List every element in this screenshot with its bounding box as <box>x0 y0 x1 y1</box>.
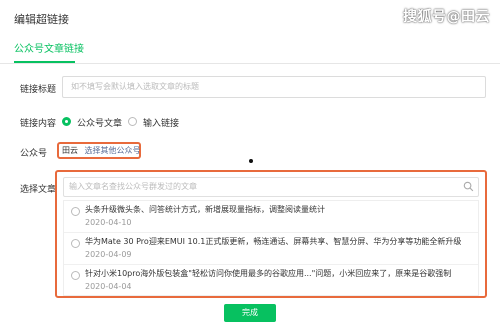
dialog-title: 编辑超链接 <box>14 13 69 26</box>
article-title: 华为Mate 30 Pro迎来EMUI 10.1正式版更新，畅连通话、屏幕共享、… <box>85 237 462 246</box>
link-title-label: 链接标题 <box>20 85 57 95</box>
cursor-dot <box>249 159 253 163</box>
article-date: 2020-04-04 <box>85 282 132 291</box>
tab-bar: 公众号文章链接 <box>0 36 500 64</box>
article-radio[interactable] <box>71 207 80 216</box>
article-item[interactable]: 针对小米10pro海外版包装盒"轻松访问你使用最多的谷歌应用..."问题，小米回… <box>64 265 478 296</box>
article-item[interactable]: 头条升级微头条、问答统计方式，新增展现量指标，调整阅读量统计 2020-04-1… <box>64 201 478 233</box>
account-label: 公众号 <box>20 149 48 159</box>
radio-article[interactable] <box>62 117 71 126</box>
account-name: 田云 <box>62 146 78 155</box>
radio-input-link-label[interactable]: 输入链接 <box>143 116 179 129</box>
account-selector: 田云 选择其他公众号 <box>57 142 141 159</box>
article-label: 选择文章 <box>20 185 57 195</box>
article-radio[interactable] <box>71 239 80 248</box>
article-search-placeholder: 输入文章名查找公众号群发过的文章 <box>69 182 197 191</box>
radio-input-link[interactable] <box>128 117 137 126</box>
article-list: 头条升级微头条、问答统计方式，新增展现量指标，调整阅读量统计 2020-04-1… <box>63 200 479 296</box>
tab-article-link[interactable]: 公众号文章链接 <box>14 40 84 55</box>
switch-account-link[interactable]: 选择其他公众号 <box>85 146 141 155</box>
done-button[interactable]: 完成 <box>224 304 276 322</box>
article-selector: 输入文章名查找公众号群发过的文章 头条升级微头条、问答统计方式，新增展现量指标，… <box>55 170 487 298</box>
article-title: 针对小米10pro海外版包装盒"轻松访问你使用最多的谷歌应用..."问题，小米回… <box>85 269 452 278</box>
link-title-input[interactable]: 如不填写会默认填入选取文章的标题 <box>62 76 486 98</box>
link-content-label: 链接内容 <box>20 119 57 129</box>
article-date: 2020-04-09 <box>85 250 132 259</box>
watermark: 搜狐号@田云 <box>403 9 490 25</box>
tab-active-indicator <box>14 61 75 63</box>
article-title: 头条升级微头条、问答统计方式，新增展现量指标，调整阅读量统计 <box>85 205 325 214</box>
article-radio[interactable] <box>71 271 80 280</box>
article-search-input[interactable]: 输入文章名查找公众号群发过的文章 <box>63 177 479 197</box>
article-date: 2020-04-10 <box>85 218 132 227</box>
search-icon[interactable] <box>463 181 474 192</box>
article-item[interactable]: 华为Mate 30 Pro迎来EMUI 10.1正式版更新，畅连通话、屏幕共享、… <box>64 233 478 265</box>
radio-article-label[interactable]: 公众号文章 <box>77 116 122 129</box>
